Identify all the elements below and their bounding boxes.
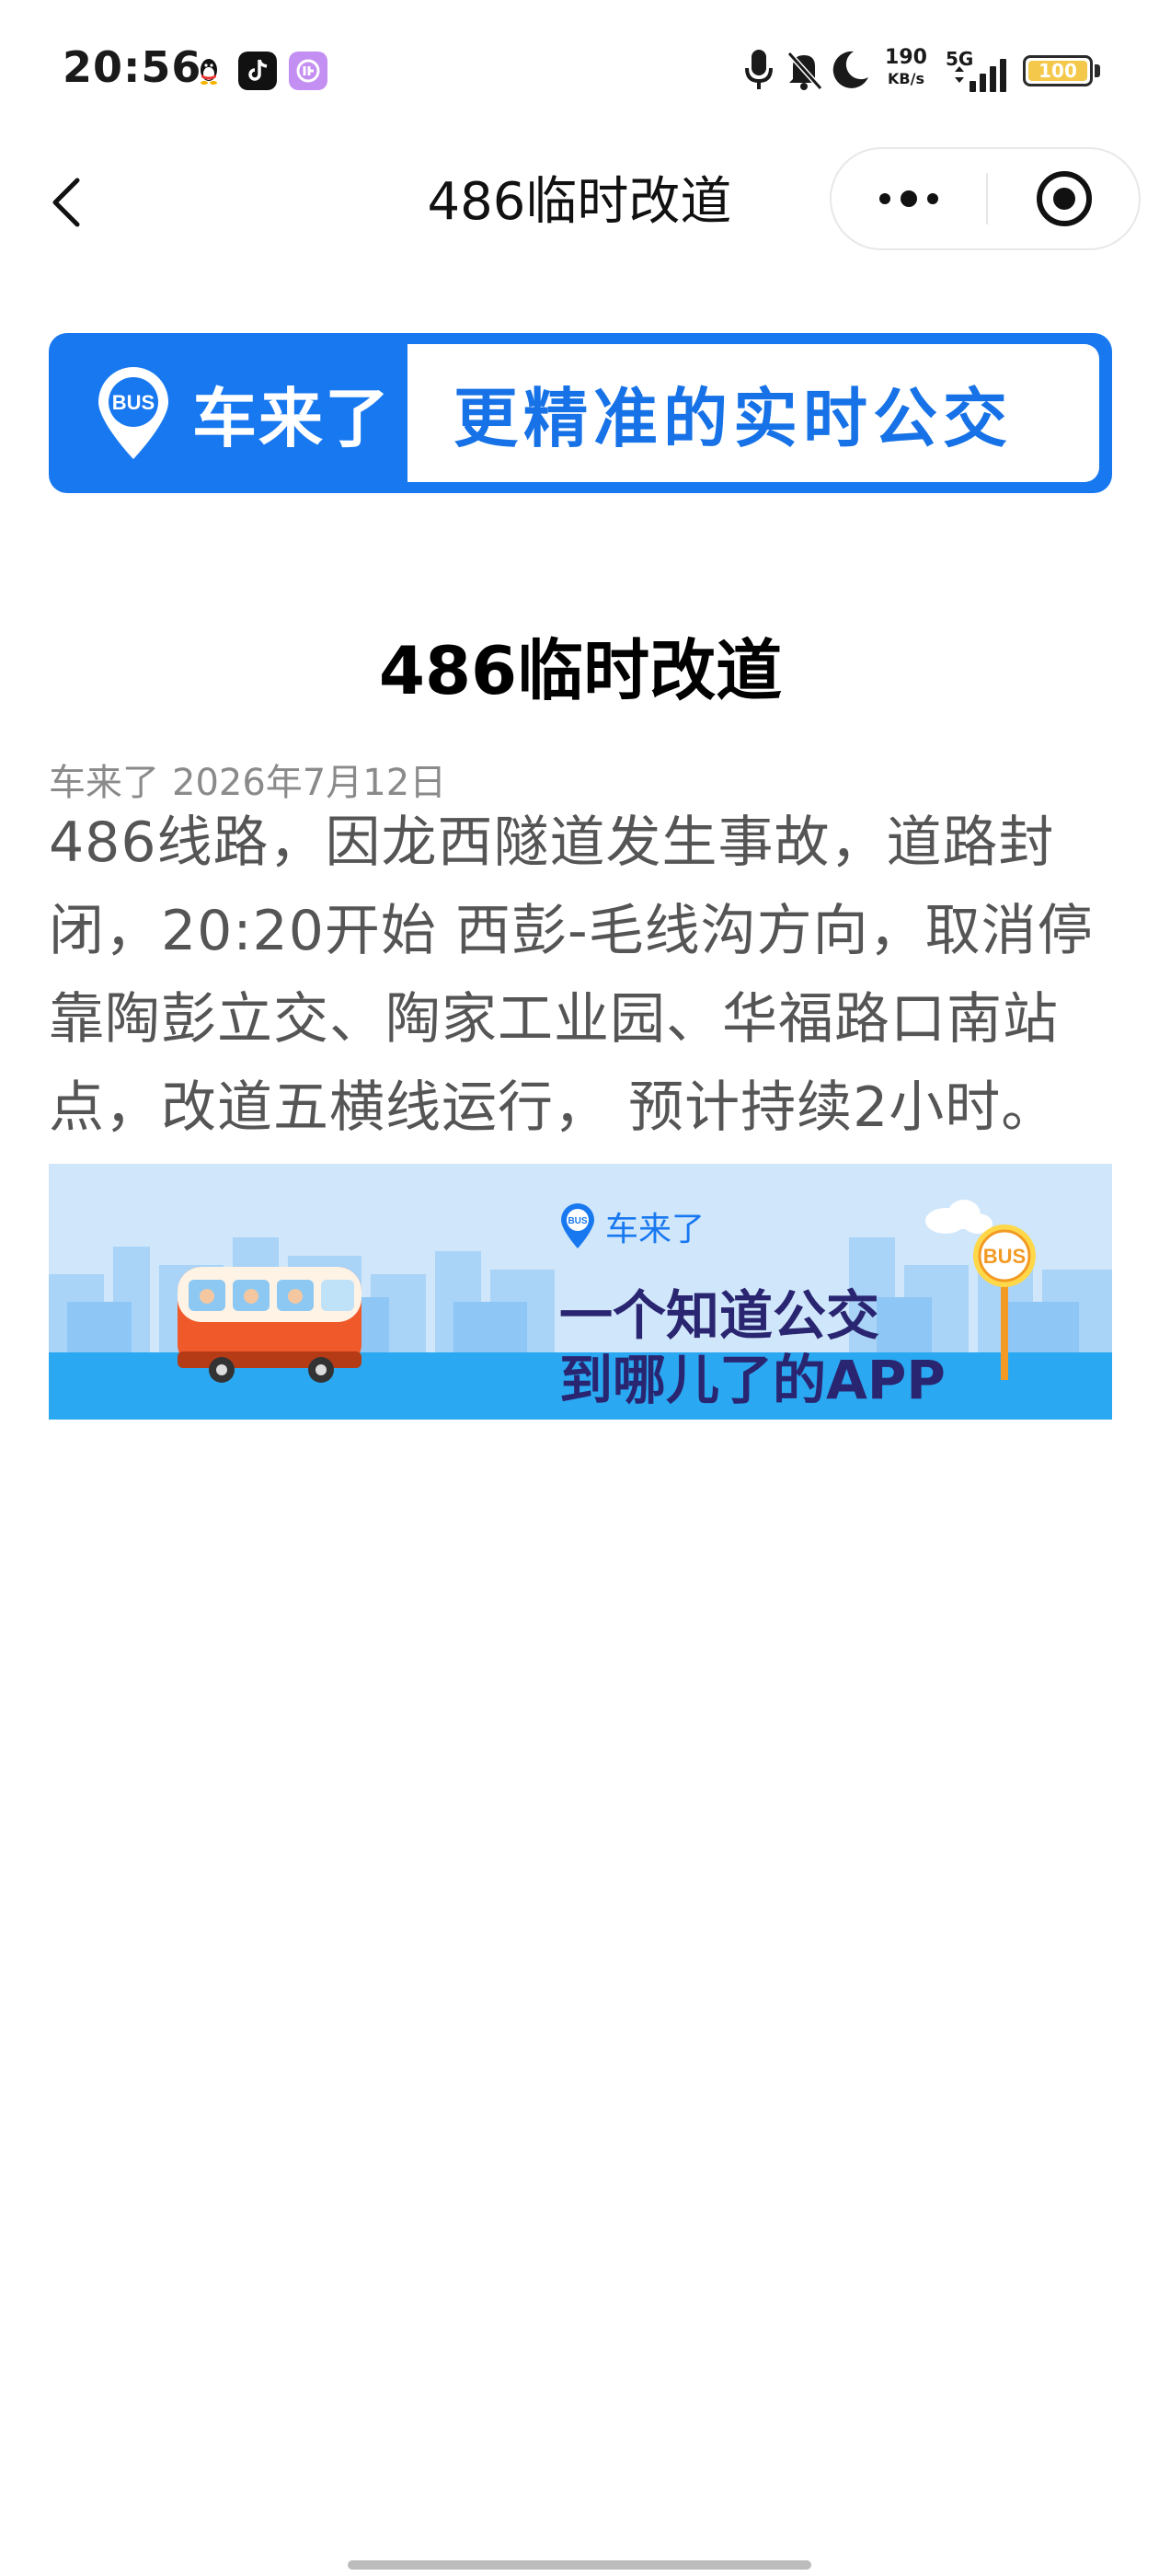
bottom-banner-line2: 到哪儿了的APP <box>559 1349 946 1411</box>
home-indicator[interactable] <box>348 2560 811 2570</box>
app-icon <box>289 52 327 90</box>
mic-icon <box>745 50 773 89</box>
banner-slogan: 更精准的实时公交 <box>453 380 1013 456</box>
moon-icon <box>832 51 868 88</box>
bottom-banner-logo: BUS 车来了 <box>559 1202 705 1250</box>
target-close-icon <box>1037 171 1092 226</box>
article-content: 486线路，因龙西隧道发生事故，道路封闭，20:20开始 西彭-毛线沟方向，取消… <box>49 811 1094 1140</box>
nav-title: 486临时改道 <box>427 172 732 232</box>
net-speed: 190 KB/s <box>885 46 927 87</box>
bus-pin-small-icon: BUS <box>561 1203 594 1248</box>
nav-bar: 486临时改道 <box>0 147 1159 258</box>
bus-pin-logo-icon: BUS <box>98 367 168 459</box>
back-button[interactable] <box>37 166 96 239</box>
bus-stop-sign: BUS <box>983 1245 1026 1268</box>
banner-brand-name: 车来了 <box>192 380 391 456</box>
bell-muted-icon <box>786 51 823 91</box>
bottom-banner-line1: 一个知道公交 <box>559 1284 880 1347</box>
banner-brand: BUS 车来了 <box>95 333 391 493</box>
qq-icon <box>201 59 217 85</box>
bottom-ad-banner[interactable]: BUS BUS 车来了 一个知道公交 到哪儿了的APP <box>49 1164 1112 1420</box>
banner-badge-text: BUS <box>112 391 155 414</box>
screen: 20:56 190 KB/s 5G 100 486临时改道 BUS 车来了 更精… <box>0 0 1159 2576</box>
article-title: 486临时改道 <box>378 632 783 709</box>
signal-icon <box>955 59 1006 92</box>
top-ad-banner[interactable]: BUS 车来了 更精准的实时公交 <box>49 333 1112 493</box>
bottom-banner-slogan: 一个知道公交 到哪儿了的APP <box>559 1283 946 1412</box>
status-bar: 20:56 190 KB/s 5G 100 <box>0 0 1159 138</box>
status-time: 20:56 <box>63 42 202 92</box>
mini-program-capsule <box>830 147 1141 250</box>
banner-slogan-box: 更精准的实时公交 <box>407 344 1099 482</box>
chevron-left-icon <box>52 178 80 227</box>
tiktok-icon <box>238 52 277 90</box>
bottom-banner-logo-text: 车来了 <box>605 1211 706 1248</box>
bottom-badge-text: BUS <box>568 1216 587 1226</box>
battery-icon: 100 <box>1023 55 1093 86</box>
more-button[interactable] <box>832 149 986 248</box>
close-button[interactable] <box>988 149 1141 248</box>
more-dots-icon <box>879 190 938 207</box>
battery-tip <box>1095 64 1100 77</box>
